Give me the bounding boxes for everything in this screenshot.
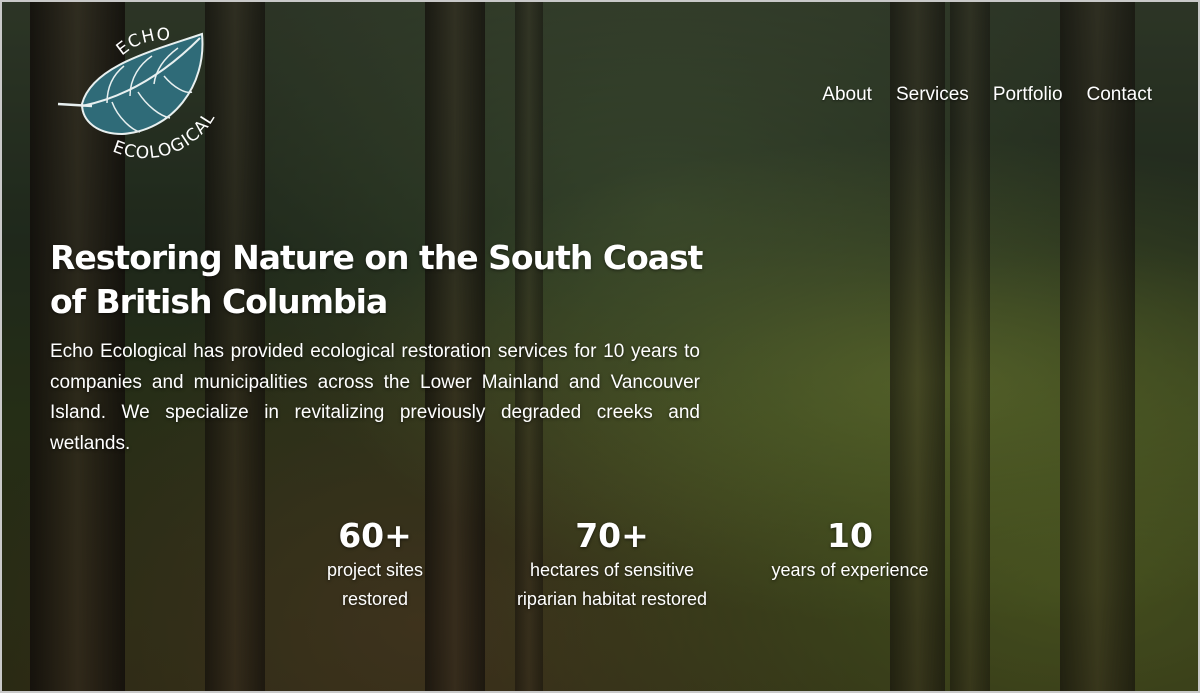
stat-number: 60+ (338, 516, 412, 555)
leaf-logo-icon: ECHO ECOLOGICAL (57, 25, 218, 163)
nav-about[interactable]: About (822, 84, 872, 106)
stat-project-sites: 60+ project sites restored (315, 516, 435, 614)
nav-portfolio[interactable]: Portfolio (993, 84, 1063, 106)
stat-hectares: 70+ hectares of sensitive riparian habit… (512, 516, 712, 614)
nav-services[interactable]: Services (896, 84, 969, 106)
stat-number: 70+ (575, 516, 649, 555)
main-nav: About Services Portfolio Contact (822, 84, 1152, 106)
stat-years: 10 years of experience (757, 516, 943, 585)
hero-title: Restoring Nature on the South Coast of B… (50, 238, 703, 321)
logo[interactable]: ECHO ECOLOGICAL (52, 25, 232, 166)
nav-contact[interactable]: Contact (1087, 84, 1152, 106)
stat-label: project sites restored (326, 560, 424, 609)
stat-number: 10 (827, 516, 873, 555)
stat-label: hectares of sensitive riparian habitat r… (516, 560, 708, 609)
stat-label: years of experience (771, 560, 929, 580)
hero-description: Echo Ecological has provided ecological … (50, 341, 700, 454)
